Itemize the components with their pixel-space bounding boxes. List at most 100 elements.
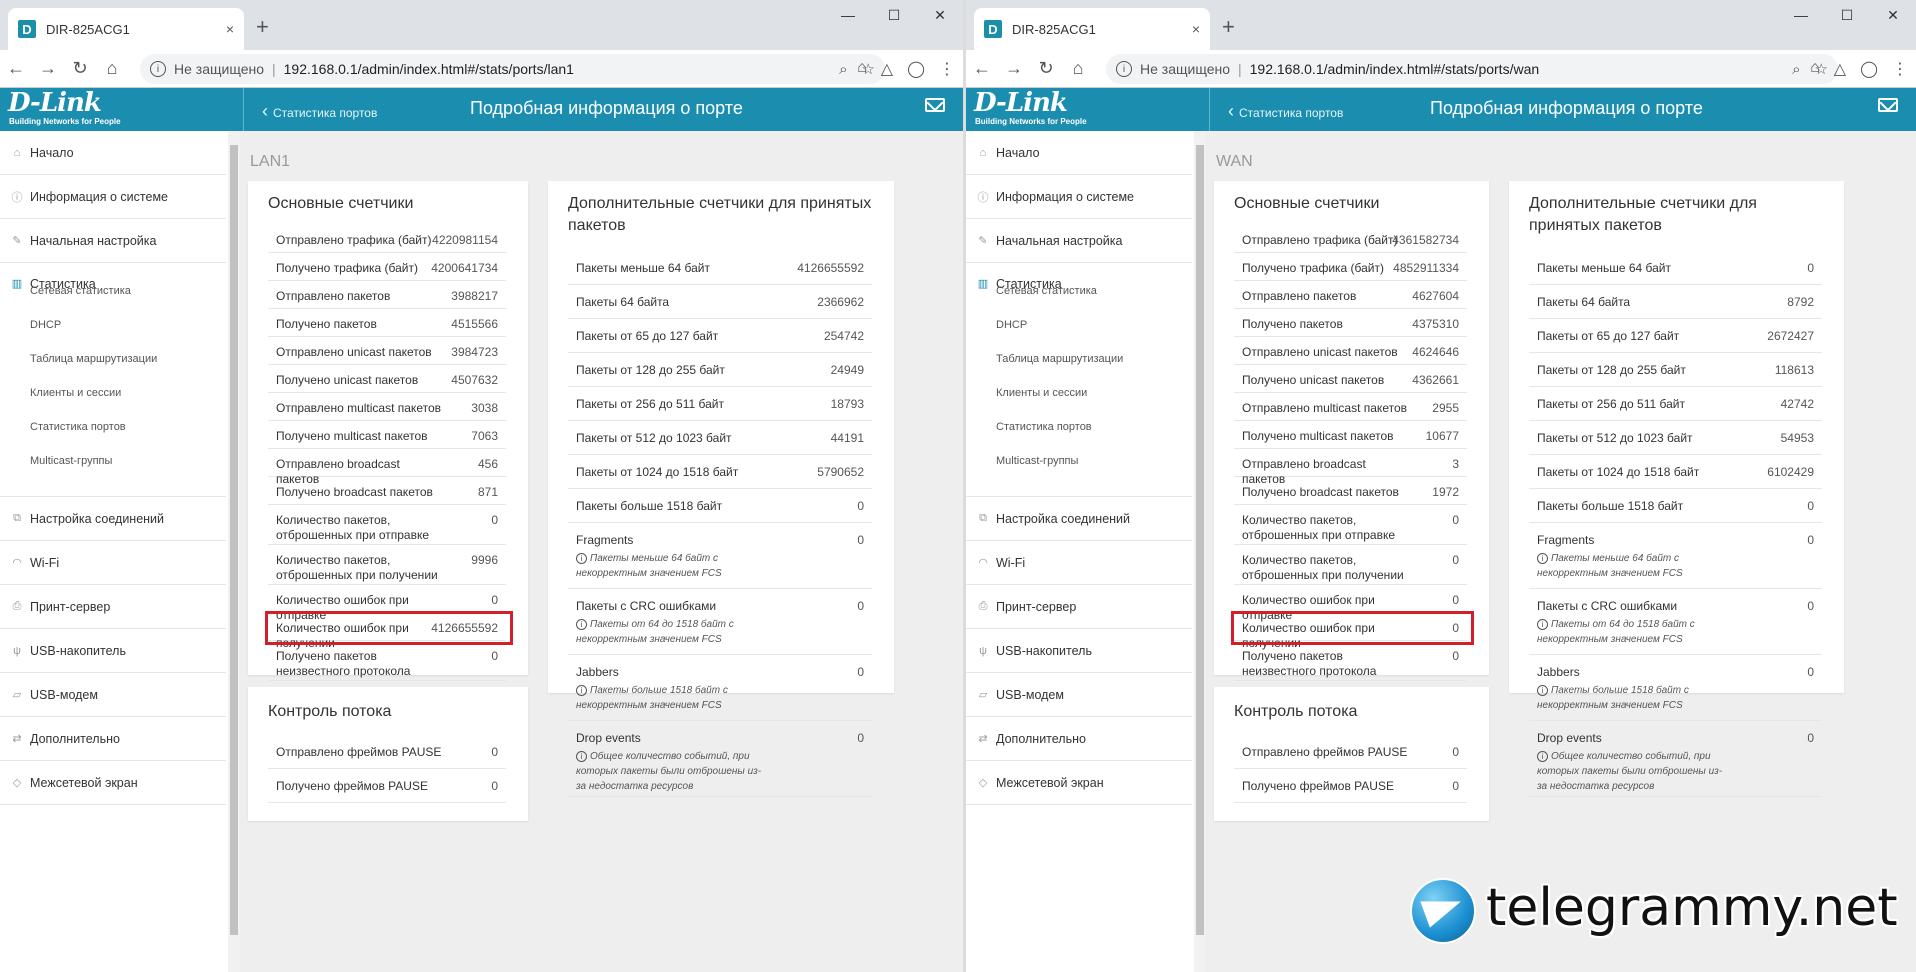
table-row: Получено multicast пакетов 7063 bbox=[268, 421, 506, 449]
back-to-port-stats-link[interactable]: ‹ Статистика портов bbox=[262, 101, 377, 122]
sidebar-item-home[interactable]: ⌂ Начало bbox=[0, 131, 226, 175]
scrollbar-thumb[interactable] bbox=[1196, 145, 1204, 935]
sidebar-subitem[interactable]: Статистика портов bbox=[996, 421, 1092, 433]
table-row: Количество пакетов, отброшенных при отпр… bbox=[268, 505, 506, 545]
site-info-icon[interactable]: i bbox=[1116, 61, 1132, 77]
sidebar-subitem[interactable]: Таблица маршрутизации bbox=[996, 353, 1123, 365]
scrollbar-thumb[interactable] bbox=[230, 145, 238, 935]
sidebar-subitem[interactable]: Multicast-группы bbox=[996, 455, 1078, 467]
menu-icon[interactable]: ⋮ bbox=[939, 59, 955, 79]
sidebar-item-advanced[interactable]: ⇄ Дополнительно bbox=[0, 717, 226, 761]
watermark: telegrammy.net bbox=[1410, 872, 1910, 952]
url-text[interactable]: 192.168.0.1/admin/index.html#/stats/port… bbox=[1250, 61, 1779, 77]
menu-icon[interactable]: ⋮ bbox=[1892, 59, 1908, 79]
sidebar-item-printer[interactable]: ⎙ Принт-сервер bbox=[0, 585, 226, 629]
sidebar-item-usb[interactable]: ψ USB-накопитель bbox=[0, 629, 226, 673]
sidebar-subitem[interactable]: Клиенты и сессии bbox=[996, 387, 1087, 399]
profile-icon[interactable]: ◯ bbox=[1860, 59, 1878, 79]
sidebar-subitem[interactable]: Клиенты и сессии bbox=[30, 387, 121, 399]
sidebar-subitem[interactable]: Сетевая статистика bbox=[996, 285, 1097, 297]
tab-close-icon[interactable]: × bbox=[226, 21, 234, 37]
counter-label: Получено фреймов PAUSE bbox=[1242, 779, 1394, 793]
sidebar-item-wifi[interactable]: ◠ Wi-Fi bbox=[0, 541, 226, 585]
sidebar-item-connections[interactable]: ⧉ Настройка соединений bbox=[966, 497, 1192, 541]
table-row: Пакеты от 128 до 255 байт 24949 bbox=[568, 353, 872, 387]
sidebar-item-home[interactable]: ⌂ Начало bbox=[966, 131, 1192, 175]
mail-icon[interactable] bbox=[925, 98, 945, 112]
table-row: Пакеты 64 байта 2366962 bbox=[568, 285, 872, 319]
table-row: Пакеты от 512 до 1023 байт 44191 bbox=[568, 421, 872, 455]
sidebar-item-label: Начало bbox=[30, 145, 74, 160]
counter-value: 5790652 bbox=[817, 465, 864, 479]
counter-label: Пакеты 64 байта bbox=[1537, 295, 1631, 309]
home-button-icon[interactable]: ⌂ bbox=[96, 58, 128, 79]
back-to-port-stats-link[interactable]: ‹ Статистика портов bbox=[1228, 101, 1343, 122]
tab-close-icon[interactable]: × bbox=[1192, 21, 1200, 37]
extension-icon[interactable]: ⌂ bbox=[857, 59, 867, 79]
home-button-icon[interactable]: ⌂ bbox=[1062, 58, 1094, 79]
table-row: Отправлено фреймов PAUSE 0 bbox=[1234, 735, 1467, 769]
forward-icon[interactable]: → bbox=[32, 58, 64, 79]
address-bar[interactable]: i Не защищено | 192.168.0.1/admin/index.htm… bbox=[140, 54, 885, 84]
maximize-icon[interactable]: ☐ bbox=[1824, 4, 1870, 26]
address-bar[interactable]: i Не защищено | 192.168.0.1/admin/index.htm… bbox=[1106, 54, 1838, 84]
router-header: D-Link Building Networks for People ‹ Стат… bbox=[0, 88, 963, 131]
browser-tab[interactable]: D DIR-825ACG1 × bbox=[974, 8, 1210, 50]
sidebar-subitem[interactable]: Таблица маршрутизации bbox=[30, 353, 157, 365]
sidebar-item-wrench[interactable]: ✎ Начальная настройка bbox=[0, 219, 226, 263]
maximize-icon[interactable]: ☐ bbox=[871, 4, 917, 26]
mail-icon[interactable] bbox=[1878, 98, 1898, 112]
counter-value: 4507632 bbox=[451, 373, 498, 387]
close-window-icon[interactable]: ✕ bbox=[1870, 4, 1916, 26]
extension-2-icon[interactable]: △ bbox=[881, 59, 893, 79]
sidebar-item-printer[interactable]: ⎙ Принт-сервер bbox=[966, 585, 1192, 629]
table-row: Отправлено broadcast пакетов 456 bbox=[268, 449, 506, 486]
sidebar-scrollbar[interactable] bbox=[1194, 131, 1206, 972]
site-info-icon[interactable]: i bbox=[150, 61, 166, 77]
sidebar-subitem[interactable]: Сетевая статистика bbox=[30, 285, 131, 297]
minimize-icon[interactable]: — bbox=[825, 4, 871, 26]
sidebar-subitem[interactable]: Multicast-группы bbox=[30, 455, 112, 467]
sidebar-item-wifi[interactable]: ◠ Wi-Fi bbox=[966, 541, 1192, 585]
extension-2-icon[interactable]: △ bbox=[1834, 59, 1846, 79]
reload-icon[interactable]: ↻ bbox=[64, 58, 96, 79]
sidebar-scrollbar[interactable] bbox=[228, 131, 240, 972]
back-icon[interactable]: ← bbox=[0, 58, 32, 79]
dlink-logo[interactable]: D-Link Building Networks for People bbox=[974, 88, 1210, 131]
browser-tab[interactable]: D DIR-825ACG1 × bbox=[8, 8, 244, 50]
sidebar-item-connections[interactable]: ⧉ Настройка соединений bbox=[0, 497, 226, 541]
sidebar-item-modem[interactable]: ▱ USB-модем bbox=[966, 673, 1192, 717]
counter-value: 0 bbox=[1452, 779, 1459, 793]
sidebar-item-usb[interactable]: ψ USB-накопитель bbox=[966, 629, 1192, 673]
table-row: Отправлено multicast пакетов 3038 bbox=[268, 393, 506, 421]
sidebar-item-info[interactable]: ⓘ Информация о системе bbox=[0, 175, 226, 219]
sidebar-item-info[interactable]: ⓘ Информация о системе bbox=[966, 175, 1192, 219]
new-tab-button[interactable]: + bbox=[256, 14, 269, 40]
sidebar-item-advanced[interactable]: ⇄ Дополнительно bbox=[966, 717, 1192, 761]
zoom-icon[interactable]: ⌕ bbox=[1792, 61, 1800, 78]
sidebar-item-shield[interactable]: ◇ Межсетевой экран bbox=[966, 761, 1192, 805]
sidebar-subitem[interactable]: DHCP bbox=[996, 319, 1027, 331]
close-window-icon[interactable]: ✕ bbox=[917, 4, 963, 26]
new-tab-button[interactable]: + bbox=[1222, 14, 1235, 40]
back-icon[interactable]: ← bbox=[966, 58, 998, 79]
home-icon: ⌂ bbox=[979, 146, 987, 159]
forward-icon[interactable]: → bbox=[998, 58, 1030, 79]
sidebar-subitem[interactable]: Статистика портов bbox=[30, 421, 126, 433]
sidebar-item-shield[interactable]: ◇ Межсетевой экран bbox=[0, 761, 226, 805]
minimize-icon[interactable]: — bbox=[1778, 4, 1824, 26]
table-row: Пакеты от 65 до 127 байт 2672427 bbox=[1529, 319, 1822, 353]
sidebar-item-modem[interactable]: ▱ USB-модем bbox=[0, 673, 226, 717]
profile-icon[interactable]: ◯ bbox=[907, 59, 925, 79]
extension-icon[interactable]: ⌂ bbox=[1810, 59, 1820, 79]
wrench-icon: ✎ bbox=[12, 235, 22, 247]
sidebar-subitem[interactable]: DHCP bbox=[30, 319, 61, 331]
table-row: Получено broadcast пакетов 1972 bbox=[1234, 477, 1467, 505]
reload-icon[interactable]: ↻ bbox=[1030, 58, 1062, 79]
sidebar-item-wrench[interactable]: ✎ Начальная настройка bbox=[966, 219, 1192, 263]
dlink-logo[interactable]: D-Link Building Networks for People bbox=[8, 88, 244, 131]
counter-note: i Пакеты от 64 до 1518 байт с некорректны… bbox=[1537, 617, 1727, 647]
url-text[interactable]: 192.168.0.1/admin/index.html#/stats/port… bbox=[284, 61, 826, 77]
counter-value: 0 bbox=[857, 499, 864, 513]
zoom-icon[interactable]: ⌕ bbox=[839, 61, 847, 78]
